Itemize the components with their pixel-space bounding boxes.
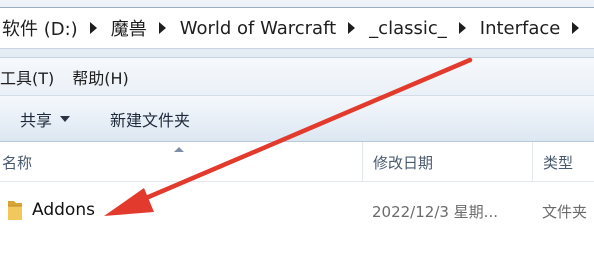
folder-icon bbox=[8, 201, 22, 220]
breadcrumb-item-classic[interactable]: _classic_ bbox=[367, 18, 453, 39]
file-list: Addons 2022/12/3 星期... 文件夹 bbox=[0, 182, 594, 273]
menu-bar: 工具(T) 帮助(H) bbox=[0, 58, 594, 96]
file-type: 文件夹 bbox=[542, 203, 588, 221]
chevron-right-icon[interactable] bbox=[458, 22, 466, 34]
menu-tools[interactable]: 工具(T) bbox=[0, 65, 64, 89]
column-header-date-modified[interactable]: 修改日期 bbox=[362, 142, 541, 182]
breadcrumb-item-wow-folder[interactable]: 魔兽 bbox=[109, 15, 153, 41]
column-header-type-label: 类型 bbox=[543, 153, 574, 172]
breadcrumb-item-interface[interactable]: Interface bbox=[478, 18, 567, 39]
new-folder-button[interactable]: 新建文件夹 bbox=[110, 107, 190, 131]
column-header-type[interactable]: 类型 bbox=[532, 142, 594, 182]
chevron-right-icon[interactable] bbox=[158, 22, 166, 34]
caret-down-icon bbox=[60, 115, 71, 122]
share-button-label: 共享 bbox=[20, 110, 53, 130]
command-toolbar: 共享 新建文件夹 bbox=[0, 96, 594, 142]
file-name[interactable]: Addons bbox=[32, 200, 95, 220]
chevron-right-icon[interactable] bbox=[89, 22, 97, 34]
column-header-date-label: 修改日期 bbox=[373, 153, 434, 172]
column-header-name-label: 名称 bbox=[2, 153, 33, 172]
breadcrumb[interactable]: 软件 (D:) 魔兽 World of Warcraft _classic_ I… bbox=[0, 7, 594, 49]
chevron-right-icon[interactable] bbox=[572, 22, 580, 34]
file-row-addons[interactable]: Addons 2022/12/3 星期... 文件夹 bbox=[0, 194, 594, 228]
chevron-right-icon[interactable] bbox=[348, 22, 356, 34]
file-date-modified: 2022/12/3 星期... bbox=[372, 203, 498, 221]
column-header-name[interactable]: 名称 bbox=[0, 142, 362, 182]
column-headers: 名称 修改日期 类型 bbox=[0, 142, 594, 182]
share-button[interactable]: 共享 bbox=[20, 107, 71, 131]
new-folder-button-label: 新建文件夹 bbox=[110, 110, 191, 130]
address-bar: 软件 (D:) 魔兽 World of Warcraft _classic_ I… bbox=[0, 0, 594, 58]
breadcrumb-item-world-of-warcraft[interactable]: World of Warcraft bbox=[178, 18, 342, 39]
menu-help[interactable]: 帮助(H) bbox=[72, 65, 139, 89]
breadcrumb-item-drive[interactable]: 软件 (D:) bbox=[0, 15, 84, 41]
